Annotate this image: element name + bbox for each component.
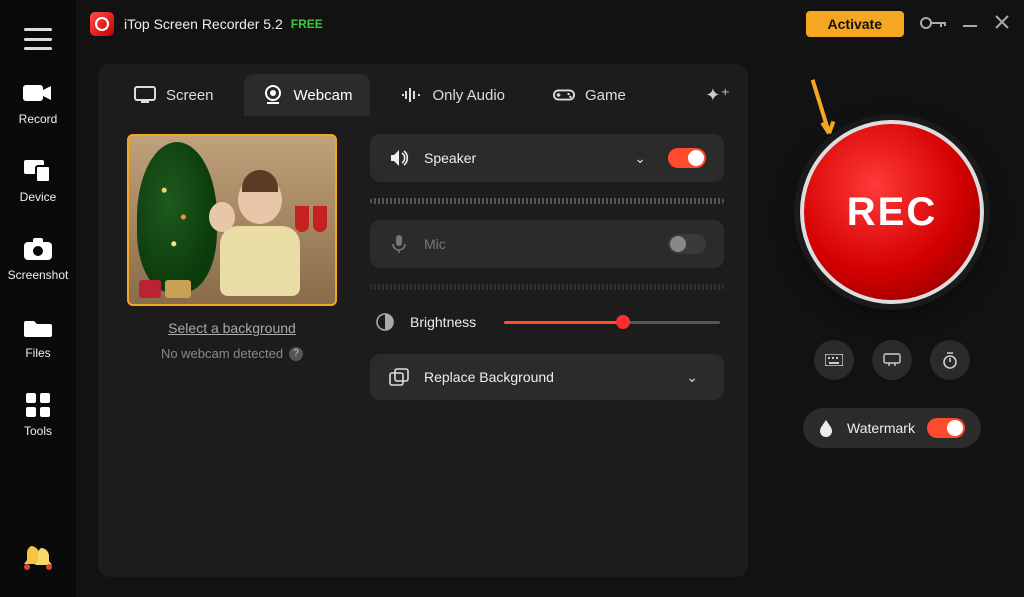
brightness-slider[interactable] — [504, 321, 720, 324]
mic-toggle[interactable] — [668, 234, 706, 254]
main: iTop Screen Recorder 5.2 FREE Activate S… — [76, 0, 1024, 597]
tab-game[interactable]: Game — [535, 74, 644, 116]
tab-label: Only Audio — [432, 87, 505, 104]
minimize-icon[interactable] — [962, 14, 978, 35]
sidebar-item-label: Files — [25, 346, 50, 360]
chevron-down-icon[interactable]: ⌄ — [686, 369, 698, 386]
mic-level-wave — [370, 284, 724, 290]
replace-background-control[interactable]: Replace Background ⌄ — [370, 354, 724, 400]
keyboard-button[interactable] — [814, 340, 854, 380]
tab-label: Screen — [166, 87, 214, 104]
grid-icon — [21, 392, 55, 418]
speaker-control: Speaker ⌄ — [370, 134, 724, 182]
sidebar-item-label: Record — [19, 112, 58, 126]
speaker-toggle[interactable] — [668, 148, 706, 168]
droplet-icon — [819, 419, 835, 437]
no-webcam-text: No webcam detected ? — [161, 346, 303, 361]
bells-icon[interactable] — [21, 542, 55, 579]
sidebar-item-record[interactable]: Record — [19, 80, 58, 126]
sidebar-item-tools[interactable]: Tools — [21, 392, 55, 438]
webcam-icon — [262, 86, 284, 104]
tab-audio[interactable]: Only Audio — [382, 74, 523, 116]
brightness-control: Brightness — [370, 306, 724, 338]
speaker-level-wave — [370, 198, 724, 204]
free-badge: FREE — [291, 17, 323, 31]
chevron-down-icon[interactable]: ⌄ — [634, 150, 646, 167]
control-label: Speaker — [424, 150, 620, 166]
record-label: REC — [847, 190, 937, 235]
sidebar-item-label: Screenshot — [8, 268, 69, 282]
watermark-toggle[interactable] — [927, 418, 965, 438]
device-icon — [21, 158, 55, 184]
sidebar-item-label: Device — [20, 190, 57, 204]
folder-icon — [21, 314, 55, 340]
mic-control: Mic — [370, 220, 724, 268]
key-icon[interactable] — [920, 14, 946, 35]
sparkle-icon[interactable]: ✦⁺ — [705, 85, 730, 106]
close-icon[interactable] — [994, 14, 1010, 35]
camcorder-icon — [21, 80, 55, 106]
activate-button[interactable]: Activate — [806, 11, 904, 37]
app-title: iTop Screen Recorder 5.2 — [124, 16, 283, 32]
sidebar-item-label: Tools — [24, 424, 52, 438]
sidebar-item-files[interactable]: Files — [21, 314, 55, 360]
record-panel: Screen Webcam Only Audio Game ✦⁺ — [98, 64, 748, 577]
control-label: Replace Background — [424, 369, 672, 385]
select-background-link[interactable]: Select a background — [168, 320, 296, 336]
controls-column: Speaker ⌄ Mic Brightness — [370, 134, 724, 400]
tabs: Screen Webcam Only Audio Game ✦⁺ — [98, 64, 748, 116]
whiteboard-button[interactable] — [872, 340, 912, 380]
help-icon[interactable]: ? — [289, 347, 303, 361]
tab-label: Game — [585, 87, 626, 104]
watermark-label: Watermark — [847, 420, 915, 436]
monitor-icon — [134, 86, 156, 104]
brightness-icon — [374, 312, 396, 332]
sidebar-item-screenshot[interactable]: Screenshot — [8, 236, 69, 282]
app-logo-icon — [90, 12, 114, 36]
tab-webcam[interactable]: Webcam — [244, 74, 371, 116]
record-button[interactable]: REC — [800, 120, 984, 304]
watermark-control: Watermark — [803, 408, 981, 448]
layers-icon — [388, 368, 410, 386]
titlebar: iTop Screen Recorder 5.2 FREE Activate — [76, 0, 1024, 48]
webcam-preview-column: Select a background No webcam detected ? — [122, 134, 342, 400]
control-label: Brightness — [410, 314, 476, 330]
sidebar-item-device[interactable]: Device — [20, 158, 57, 204]
audio-wave-icon — [400, 86, 422, 104]
gamepad-icon — [553, 86, 575, 104]
sidebar: Record Device Screenshot Files Tools — [0, 0, 76, 597]
mic-icon — [388, 234, 410, 254]
menu-icon[interactable] — [24, 28, 52, 50]
webcam-preview[interactable] — [127, 134, 337, 306]
timer-button[interactable] — [930, 340, 970, 380]
control-label: Mic — [424, 236, 654, 252]
tab-screen[interactable]: Screen — [116, 74, 232, 116]
tab-label: Webcam — [294, 87, 353, 104]
record-column: REC Watermark — [782, 64, 1002, 577]
camera-icon — [21, 236, 55, 262]
speaker-icon — [388, 149, 410, 167]
